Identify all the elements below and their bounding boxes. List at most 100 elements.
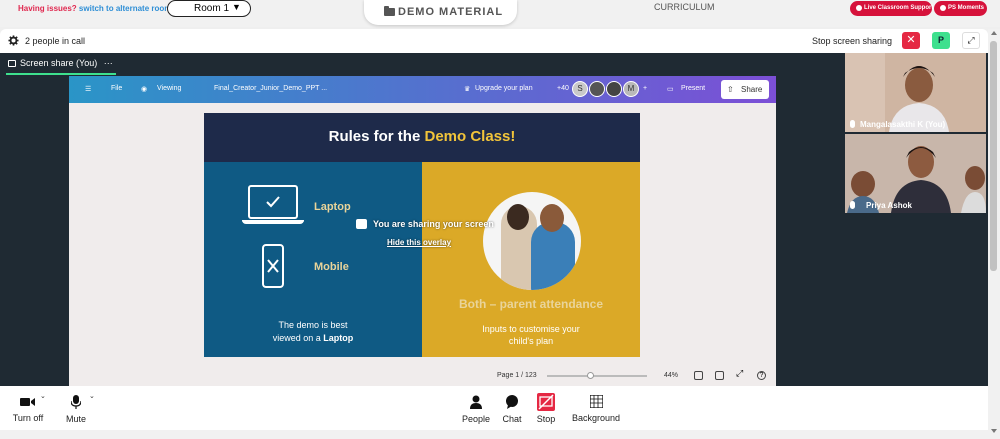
live-support-button[interactable]: Live Classroom Support [850,1,933,16]
chevron-down-icon[interactable]: ⌄ [89,392,95,400]
mobile-label: Mobile [314,261,349,273]
main-stage: Screen share (You) ··· ☰ File ◉ Viewing … [0,53,988,386]
grid-view-icon[interactable] [715,371,724,380]
canva-doc-name: Final_Creator_Junior_Demo_PPT ... [214,85,328,92]
background-label: Background [571,413,621,423]
man-head [540,204,564,232]
parent-photo [483,192,581,290]
device-panel: Laptop Mobile The demo is best viewed on… [204,162,422,357]
inputs-line2: child's plan [508,336,554,346]
canva-file-menu[interactable]: File [111,85,122,92]
participant-tile-self[interactable]: Mangalasakthi K (You) [845,53,986,132]
people-button[interactable]: People [460,390,492,424]
call-toolbar: Turn off ⌄ Mute ⌄ People Chat Stop Backg… [0,386,988,430]
avatar[interactable] [589,81,605,97]
mute-button[interactable]: Mute [62,390,90,424]
call-header: 2 people in call Stop screen sharing ✕ P… [0,29,988,53]
scroll-up-icon[interactable] [991,31,997,35]
share-tab-row: Screen share (You) ··· [0,53,845,75]
canva-viewing[interactable]: Viewing [157,85,181,92]
room-select-value: Room 1 [194,3,230,14]
participant-name: Priya Ashok [866,201,912,210]
stop-share-icon [537,393,555,411]
participant-tile-priya[interactable]: Priya Ashok [845,134,986,213]
avatar[interactable] [606,81,622,97]
mic-icon [850,120,855,128]
ps-moments-button[interactable]: PS Moments [934,1,987,16]
scrollbar-thumb[interactable] [990,41,997,271]
crown-icon: ♛ [464,86,471,93]
issue-question: Having issues? [18,4,77,13]
support-icon [856,5,862,11]
canva-collaborator-count: +40 [557,85,569,92]
share-screen-icon [356,219,367,229]
stop-sharing-button[interactable]: ✕ [902,32,920,49]
demo-note-text: viewed on a [272,333,324,343]
more-options-icon[interactable]: ··· [104,58,113,68]
slide-header: Rules for the Demo Class! [204,113,640,162]
background-button[interactable]: Background [569,390,623,423]
chat-label: Chat [502,414,522,424]
hide-overlay-link[interactable]: Hide this overlay [387,238,451,247]
top-bar: Having issues? switch to alternate room … [0,0,1000,27]
fullscreen-icon[interactable]: ⤢ [736,368,745,378]
scroll-down-icon[interactable] [991,429,997,433]
alternate-room-link[interactable]: switch to alternate room [79,4,171,13]
canva-share-button[interactable]: ⇧ Share [721,80,769,99]
zoom-level: 44% [664,372,679,379]
screen-share-icon [8,60,16,67]
eye-icon: ◉ [141,86,148,93]
microphone-icon [71,395,81,409]
notes-icon[interactable] [694,371,703,380]
zoom-slider[interactable] [547,375,647,377]
upload-icon: ⇧ [727,85,734,94]
tab-underline [6,73,116,75]
avatar[interactable]: M [623,81,639,97]
add-collaborator-icon[interactable]: + [643,85,647,92]
parent-panel: Both – parent attendance Inputs to custo… [422,162,640,357]
laptop-base [242,220,304,224]
canva-share-label: Share [741,85,763,94]
slide-title-prefix: Rules for the [328,128,425,145]
slide-footer: Page 1 / 123 44% ⤢ ? [69,366,776,386]
chevron-down-icon[interactable]: ⌄ [40,392,46,400]
room-select[interactable]: Room 1 ▼ [167,0,251,17]
chevron-down-icon: ▼ [232,2,241,12]
fullscreen-icon[interactable]: ⤢ [962,32,980,49]
laptop-icon [248,185,298,219]
ps-moments-label: PS Moments [948,5,985,11]
p-badge-button[interactable]: P [932,32,950,49]
people-label: People [461,414,491,424]
people-count: 2 people in call [25,36,86,46]
mic-icon [850,201,855,209]
slide-title: Rules for the Demo Class! [204,128,640,145]
sharing-notice: You are sharing your screen [373,219,494,229]
curriculum-tab[interactable]: CURRICULUM [654,2,715,12]
gear-icon[interactable] [8,35,19,46]
canva-upgrade[interactable]: Upgrade your plan [475,85,533,92]
help-icon[interactable]: ? [757,371,766,380]
chat-icon [506,395,518,409]
demo-material-label: DEMO MATERIAL [398,6,504,18]
woman-head [507,204,529,230]
canva-present[interactable]: Present [681,85,705,92]
presentation-slide: Rules for the Demo Class! Laptop Mobile … [204,113,640,357]
chat-button[interactable]: Chat [500,390,524,424]
menu-icon[interactable]: ☰ [85,85,91,93]
man-figure [531,222,575,290]
page-scrollbar[interactable] [988,29,1000,439]
person-icon [470,395,482,409]
stop-share-button[interactable]: Stop [533,390,559,424]
screen-share-tab[interactable]: Screen share (You) ··· [8,58,113,68]
demo-note-line1: The demo is best [278,320,348,330]
laptop-label: Laptop [314,201,351,213]
demo-note-bold: Laptop [323,333,354,343]
zoom-slider-handle[interactable] [587,372,594,379]
stop-label: Stop [536,414,556,424]
present-icon: ▭ [667,86,674,93]
demo-note-line2: viewed on a Laptop [204,333,422,343]
avatar[interactable]: S [572,81,588,97]
mute-label: Mute [65,414,86,424]
demo-material-tab[interactable]: DEMO MATERIAL [364,0,517,25]
both-attendance-label: Both – parent attendance [458,297,604,311]
